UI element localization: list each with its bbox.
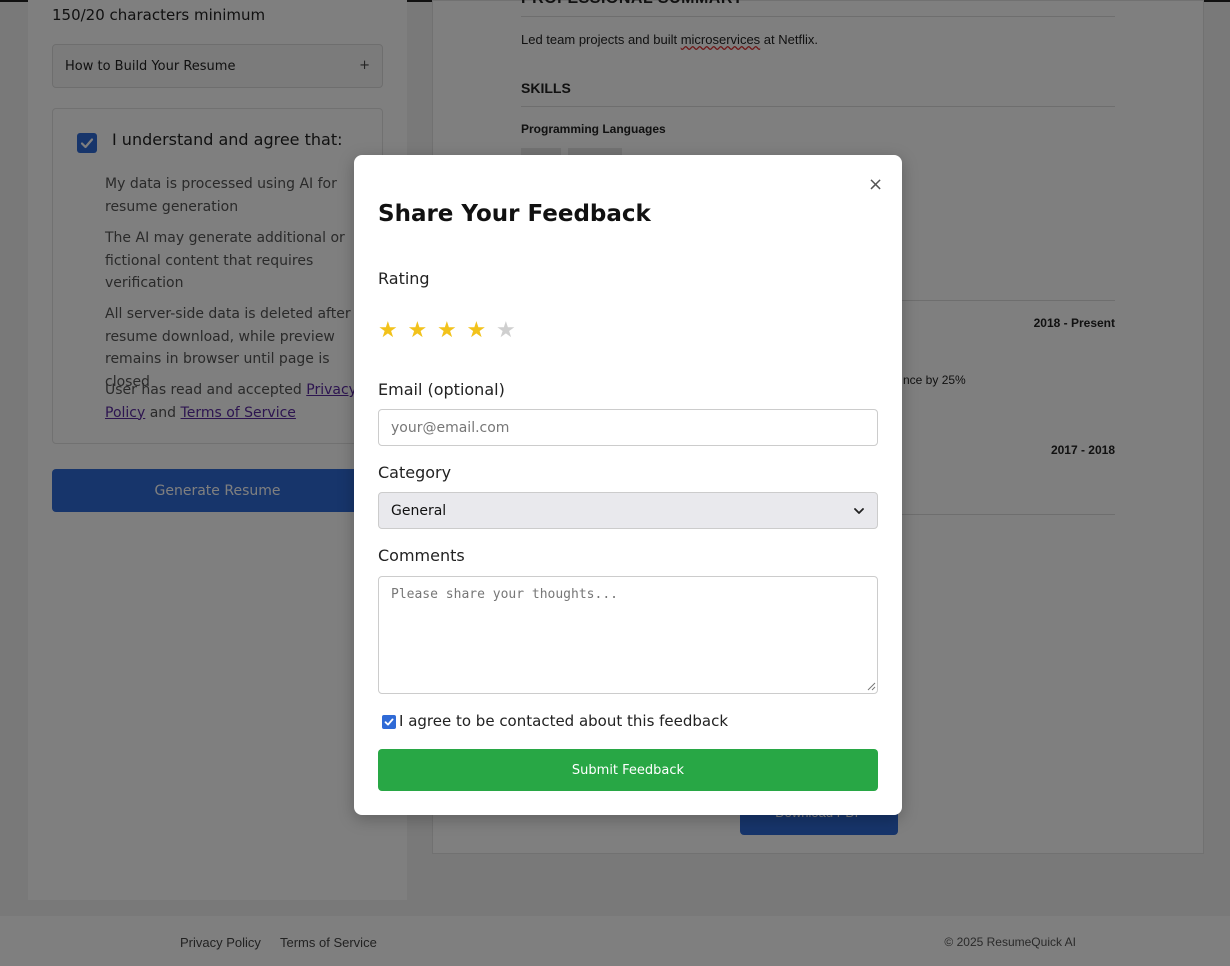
comments-textarea[interactable] (378, 576, 878, 694)
email-label: Email (optional) (378, 380, 505, 399)
star-icon[interactable]: ★ (467, 317, 491, 345)
star-icon[interactable]: ★ (378, 317, 402, 345)
comments-label: Comments (378, 546, 465, 565)
resize-grip-icon[interactable] (867, 682, 876, 691)
contact-consent-label[interactable]: I agree to be contacted about this feedb… (399, 712, 728, 730)
modal-title: Share Your Feedback (378, 201, 651, 227)
star-rating: ★ ★ ★ ★ ★ (378, 317, 520, 345)
feedback-modal: × Share Your Feedback Rating ★ ★ ★ ★ ★ Email… (354, 155, 902, 815)
category-selected-value: General (391, 502, 447, 519)
rating-label: Rating (378, 269, 430, 288)
contact-consent-checkbox[interactable] (382, 715, 396, 729)
close-icon[interactable]: × (868, 175, 883, 195)
submit-feedback-button[interactable]: Submit Feedback (378, 749, 878, 791)
category-select[interactable]: General (378, 492, 878, 529)
star-icon[interactable]: ★ (437, 317, 461, 345)
chevron-down-icon (854, 507, 864, 514)
category-label: Category (378, 463, 452, 482)
email-input[interactable] (378, 409, 878, 446)
checkmark-icon (384, 718, 394, 726)
star-icon[interactable]: ★ (496, 317, 520, 345)
star-icon[interactable]: ★ (408, 317, 432, 345)
